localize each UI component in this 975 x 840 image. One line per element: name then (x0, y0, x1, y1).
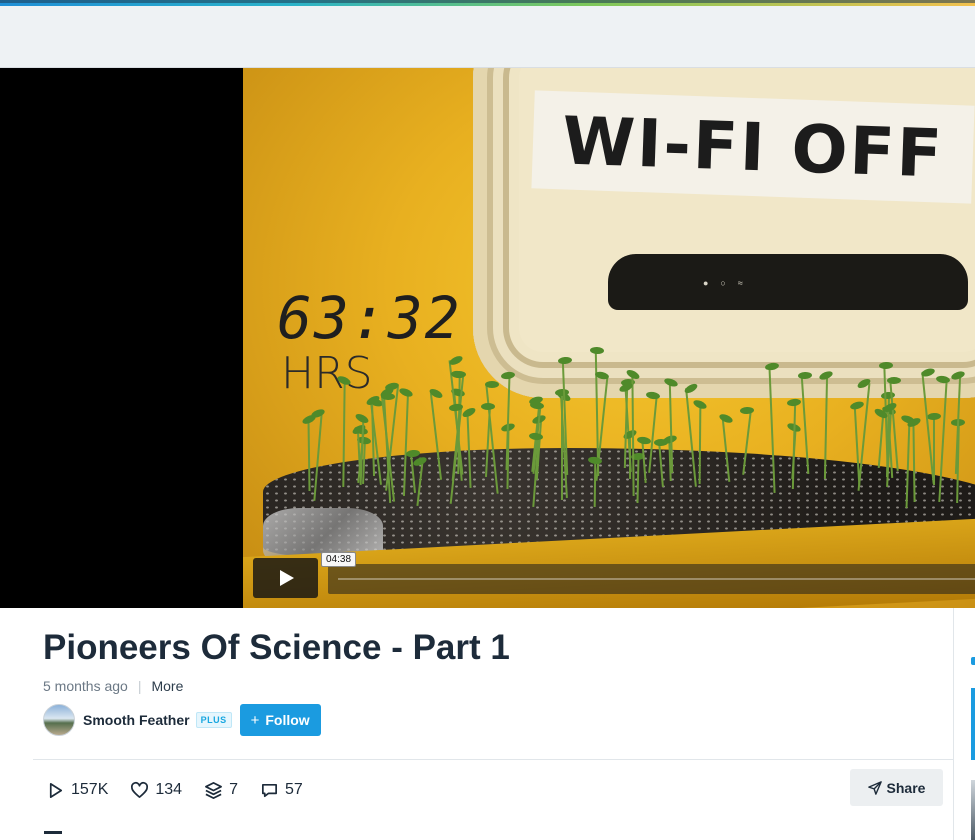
sprout-leaf (447, 354, 464, 367)
posted-time: 5 months ago (43, 678, 128, 694)
sprout-stem (877, 413, 885, 469)
sprout-stem (593, 460, 596, 507)
divider (33, 759, 953, 760)
plays-count: 157K (71, 781, 109, 798)
stats-row: 157K 134 7 57 (46, 778, 325, 802)
comment-icon (261, 783, 277, 797)
sprout-leaf (787, 397, 802, 407)
sprout-stem (628, 434, 632, 480)
plays-stat[interactable]: 157K (46, 781, 108, 800)
sprout-leaf (653, 438, 668, 446)
progress-bar[interactable] (328, 564, 975, 594)
plus-icon: + (250, 711, 260, 729)
comments-count: 57 (284, 781, 303, 798)
plus-badge: PLUS (195, 712, 232, 728)
player-controls: 04:38 (253, 552, 975, 598)
wifi-off-sign: WI-FI OFF (531, 90, 975, 204)
follow-button[interactable]: + Follow (239, 704, 321, 736)
sprout-leaf (740, 406, 755, 414)
sprout-leaf (636, 436, 652, 446)
follow-label: Follow (265, 712, 310, 728)
router-leds: ●○≈ (703, 278, 755, 288)
collections-count: 7 (229, 781, 238, 798)
sidebar-thumbnail[interactable] (971, 688, 975, 760)
sprout-leaf (692, 397, 709, 411)
router-slot (608, 254, 968, 310)
sidebar-thumbnail[interactable] (971, 780, 975, 840)
sprout-stem (912, 422, 916, 503)
collections-stat[interactable]: 7 (204, 781, 238, 800)
hover-time-tooltip: 04:38 (321, 552, 357, 567)
heart-icon (131, 781, 149, 798)
author-name[interactable]: Smooth Feather (83, 712, 190, 728)
sprout-leaf (310, 407, 326, 420)
sprout-leaf (461, 406, 478, 420)
likes-stat[interactable]: 134 (130, 781, 182, 800)
sprout-stem (307, 419, 311, 492)
sprout-leaf (484, 380, 499, 388)
share-label: Share (886, 779, 926, 796)
sprout-leaf (927, 412, 942, 421)
sprout-leaf (481, 403, 496, 411)
video-meta: 5 months ago | More (43, 678, 183, 694)
sprout-leaf (590, 346, 605, 354)
comments-section-peek (44, 831, 70, 840)
sprout-leaf (354, 411, 371, 425)
share-button[interactable]: Share (850, 769, 943, 806)
likes-count: 134 (155, 781, 183, 798)
sprout-leaf (849, 400, 866, 411)
play-button[interactable] (253, 558, 318, 598)
video-player[interactable]: ●○≈ WI-FI OFF 63:32 HRS 04:38 (0, 68, 975, 608)
timelapse-timer-unit: HRS (281, 348, 373, 399)
layers-icon (205, 781, 223, 799)
sidebar-divider (953, 608, 954, 840)
more-link[interactable]: More (151, 678, 183, 694)
sidebar-indicator (971, 657, 975, 665)
top-accent-shade (0, 0, 975, 3)
sprout-leaf (529, 401, 545, 411)
site-header (0, 6, 975, 68)
play-outline-icon (49, 782, 63, 798)
progress-track (338, 578, 975, 580)
avatar[interactable] (43, 704, 75, 736)
sprout-leaf (528, 432, 544, 441)
video-title: Pioneers Of Science - Part 1 (43, 628, 510, 667)
meta-separator: | (137, 678, 142, 694)
send-icon (867, 780, 882, 795)
timelapse-timer: 63:32 (277, 284, 462, 352)
sprout-leaf (718, 412, 734, 425)
video-frame[interactable]: ●○≈ WI-FI OFF 63:32 HRS (243, 68, 975, 608)
comments-stat[interactable]: 57 (260, 781, 303, 800)
comments-list-icon (44, 831, 62, 840)
play-icon (279, 570, 294, 586)
author-row: Smooth Feather PLUS + Follow (43, 704, 321, 736)
